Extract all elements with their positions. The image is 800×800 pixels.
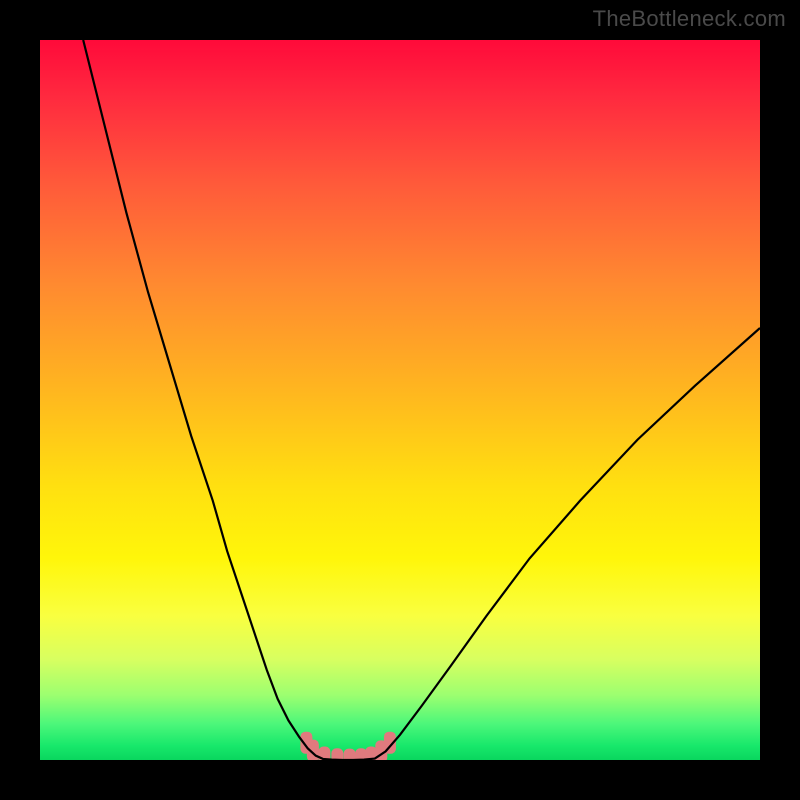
curve-path [83, 40, 760, 760]
watermark-text: TheBottleneck.com [593, 6, 786, 32]
chart-svg [40, 40, 760, 760]
marker-pill [344, 749, 356, 760]
chart-frame: TheBottleneck.com [0, 0, 800, 800]
marker-pill [331, 748, 343, 760]
plot-area [40, 40, 760, 760]
